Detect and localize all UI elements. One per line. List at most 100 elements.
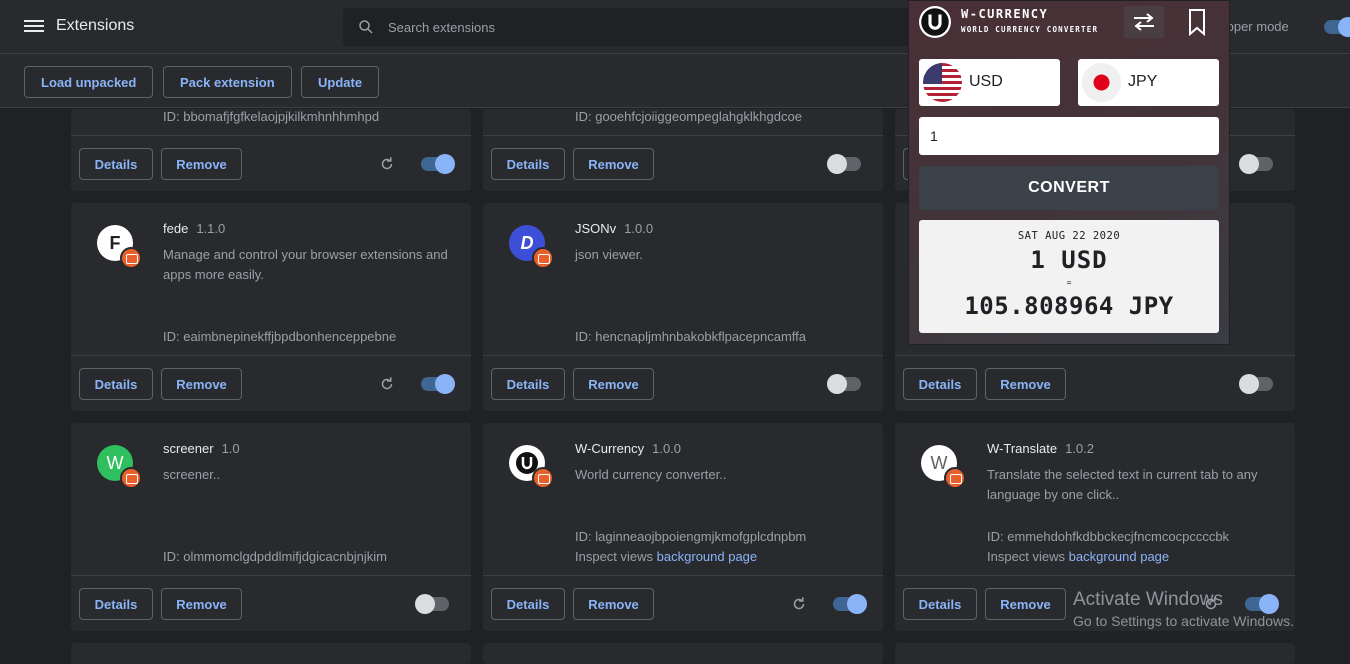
details-button[interactable]: Details	[79, 148, 153, 180]
rate-date: SAT AUG 22 2020	[1017, 230, 1121, 242]
extension-enable-toggle[interactable]	[1239, 154, 1273, 174]
to-currency-select[interactable]: JPY	[1078, 59, 1219, 106]
bookmark-icon[interactable]	[1185, 8, 1209, 36]
u-logo-icon	[919, 6, 951, 38]
remove-button[interactable]: Remove	[573, 588, 654, 620]
card-footer: Details Remove	[483, 135, 883, 191]
search-icon	[359, 20, 373, 34]
extension-badge-icon	[532, 247, 554, 269]
extension-description: screener..	[163, 467, 221, 482]
swap-currencies-button[interactable]	[1124, 6, 1164, 38]
from-currency-code: USD	[969, 73, 1003, 90]
extension-name: fede 1.1.0	[163, 221, 226, 236]
extension-card-screener: W screener 1.0 screener.. ID: olmmomclgdp…	[71, 423, 471, 631]
details-button[interactable]: Details	[491, 588, 565, 620]
remove-button[interactable]: Remove	[161, 368, 242, 400]
extension-name: JSONv 1.0.0	[575, 221, 654, 236]
remove-button[interactable]: Remove	[985, 368, 1066, 400]
remove-button[interactable]: Remove	[985, 588, 1066, 620]
watermark-subtitle: Go to Settings to activate Windows.	[1073, 613, 1294, 629]
extension-enable-toggle[interactable]	[1239, 374, 1273, 394]
extension-badge-icon	[944, 467, 966, 489]
background-page-link[interactable]: background page	[657, 549, 757, 564]
extension-badge-icon	[120, 247, 142, 269]
extension-card: ID: bbomafjfgfkelaojpjkilkmhnhhmhpd Deta…	[71, 109, 471, 191]
conversion-result: SAT AUG 22 2020 1 USD = 105.808964 JPY	[919, 220, 1219, 333]
extension-card	[895, 643, 1295, 664]
extension-name: W-Currency 1.0.0	[575, 441, 682, 456]
remove-button[interactable]: Remove	[161, 148, 242, 180]
from-currency-select[interactable]: USD	[919, 59, 1060, 106]
extension-description: Manage and control your browser extensio…	[163, 247, 448, 282]
reload-icon[interactable]	[378, 375, 396, 393]
amount-input[interactable]	[919, 117, 1219, 155]
extension-id: ID: olmmomclgdpddlmifjdgicacnbjnjkim	[163, 549, 387, 564]
background-page-link[interactable]: background page	[1069, 549, 1169, 564]
inspect-views: Inspect views background page	[987, 549, 1170, 564]
reload-icon[interactable]	[790, 595, 808, 613]
extension-card-w-currency: W-Currency 1.0.0 World currency converter…	[483, 423, 883, 631]
result-equals: =	[1066, 278, 1072, 287]
extension-name: W-Translate 1.0.2	[987, 441, 1094, 456]
extension-enable-toggle[interactable]	[421, 374, 455, 394]
load-unpacked-button[interactable]: Load unpacked	[24, 66, 154, 98]
jp-flag-icon	[1082, 63, 1121, 102]
extension-card-fede: F fede 1.1.0 Manage and control your brow…	[71, 203, 471, 411]
pack-extension-button[interactable]: Pack extension	[163, 66, 292, 98]
extension-id: ID: hencnapljmhnbakobkflpacepncamffa	[575, 329, 807, 344]
to-currency-code: JPY	[1128, 73, 1158, 90]
details-button[interactable]: Details	[491, 368, 565, 400]
extension-id: ID: emmehdohfkdbbckecjfncmcocpccccbk	[987, 529, 1230, 544]
windows-activation-watermark: Activate Windows Go to Settings to activ…	[1073, 589, 1294, 629]
extension-id: ID: bbomafjfgfkelaojpjkilkmhnhhmhpd	[163, 109, 380, 124]
card-footer: Details Remove	[71, 355, 471, 411]
remove-button[interactable]: Remove	[161, 588, 242, 620]
remove-button[interactable]: Remove	[573, 368, 654, 400]
card-footer: Details Remove	[71, 135, 471, 191]
extension-description: World currency converter..	[575, 467, 727, 482]
extension-name: screener 1.0	[163, 441, 240, 456]
reload-icon[interactable]	[378, 155, 396, 173]
extension-id: ID: gooehfcjoiiggeompeglahgklkhgdcoe	[575, 109, 802, 124]
extension-card-jsonv: D JSONv 1.0.0 json viewer. ID: hencnapljm…	[483, 203, 883, 411]
hamburger-menu-icon[interactable]	[24, 17, 44, 37]
extension-enable-toggle[interactable]	[827, 154, 861, 174]
watermark-title: Activate Windows	[1073, 589, 1223, 610]
remove-button[interactable]: Remove	[573, 148, 654, 180]
inspect-views: Inspect views background page	[575, 549, 758, 564]
extension-badge-icon	[532, 467, 554, 489]
card-footer: Details Remove	[483, 575, 883, 631]
extension-id: ID: laginneaojbpoiengmjkmofgplcdnpbm	[575, 529, 807, 544]
us-flag-icon	[923, 63, 962, 102]
search-input[interactable]	[388, 8, 908, 46]
extension-card	[483, 643, 883, 664]
extension-id: ID: eaimbnepinekffjbpdbonhenceppebne	[163, 329, 397, 344]
details-button[interactable]: Details	[79, 368, 153, 400]
extension-description: Translate the selected text in current t…	[987, 467, 1258, 502]
extension-card: ID: gooehfcjoiiggeompeglahgklkhgdcoe Det…	[483, 109, 883, 191]
popup-title: W-CURRENCY	[961, 7, 1049, 21]
w-currency-popup: W-CURRENCY WORLD CURRENCY CONVERTER USD …	[908, 0, 1230, 345]
update-button[interactable]: Update	[301, 66, 380, 98]
developer-mode-toggle[interactable]	[1324, 17, 1350, 37]
extension-enable-toggle[interactable]	[827, 374, 861, 394]
extension-enable-toggle[interactable]	[421, 154, 455, 174]
result-from-amount: 1 USD	[1030, 246, 1108, 274]
extension-badge-icon	[120, 467, 142, 489]
details-button[interactable]: Details	[903, 588, 977, 620]
card-footer: Details Remove	[71, 575, 471, 631]
swap-arrows-icon	[1134, 13, 1154, 31]
extension-enable-toggle[interactable]	[415, 594, 449, 614]
card-footer: Details Remove	[895, 355, 1295, 411]
search-box[interactable]	[343, 8, 933, 46]
extension-description: json viewer.	[575, 247, 643, 262]
popup-subtitle: WORLD CURRENCY CONVERTER	[961, 25, 1099, 34]
details-button[interactable]: Details	[903, 368, 977, 400]
result-to-amount: 105.808964 JPY	[964, 292, 1174, 320]
extension-enable-toggle[interactable]	[833, 594, 867, 614]
card-footer: Details Remove	[483, 355, 883, 411]
details-button[interactable]: Details	[79, 588, 153, 620]
details-button[interactable]: Details	[491, 148, 565, 180]
page-title: Extensions	[56, 17, 135, 34]
convert-button[interactable]: CONVERT	[919, 166, 1219, 210]
